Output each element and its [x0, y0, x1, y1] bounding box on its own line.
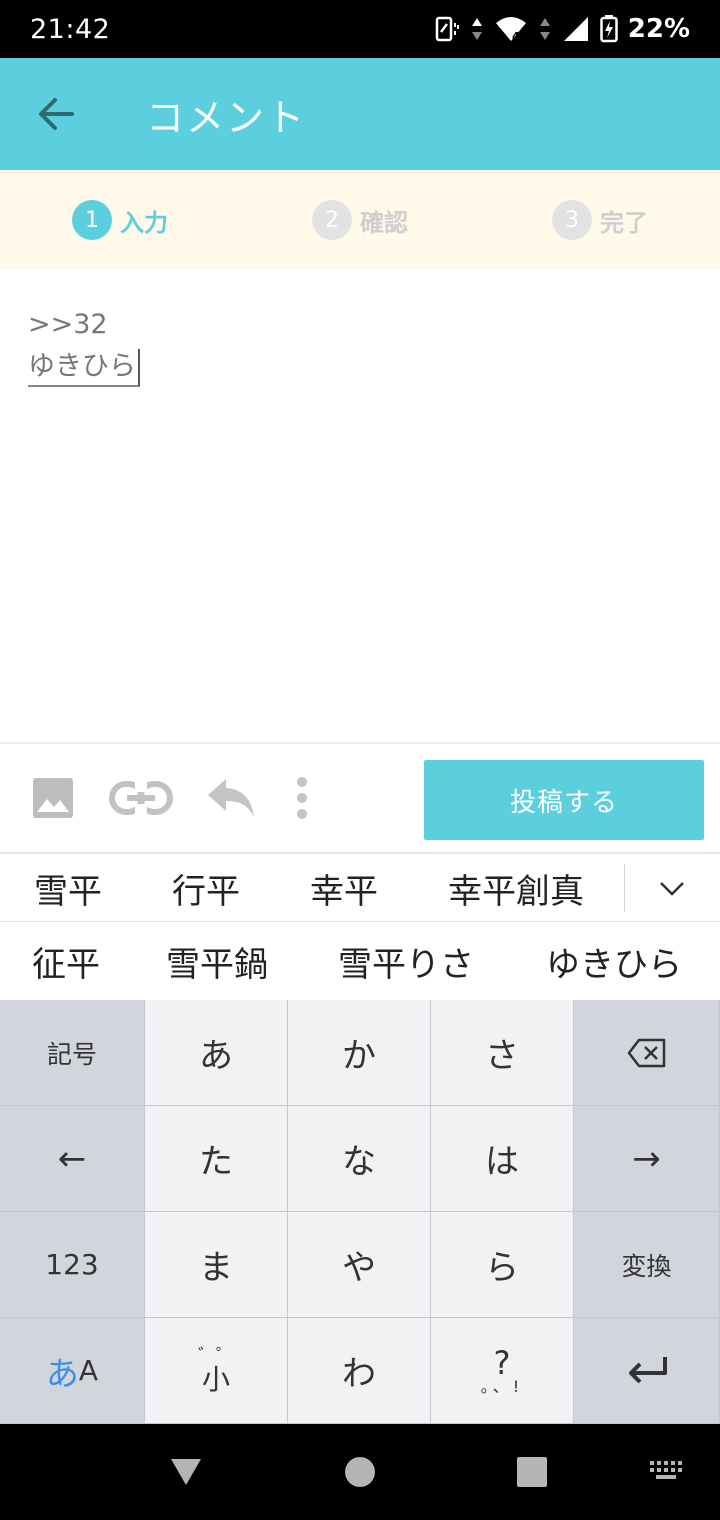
- candidate[interactable]: 雪平鍋: [166, 937, 268, 986]
- step-number: 2: [312, 200, 352, 240]
- page-title: コメント: [146, 95, 307, 140]
- ime-candidates-row-2: 征平 雪平鍋 雪平りさ ゆきひら: [0, 923, 720, 1000]
- wifi-icon: 4: [494, 15, 528, 43]
- reply-icon: [208, 779, 254, 817]
- link-button[interactable]: [104, 748, 178, 848]
- cursor-left-key[interactable]: ←: [0, 1106, 145, 1212]
- step-confirm: 2 確認: [240, 200, 480, 240]
- key-ya[interactable]: や: [288, 1212, 431, 1318]
- ime-mode-kana: あ: [45, 1353, 79, 1393]
- more-vertical-icon: [297, 777, 307, 819]
- signal-icon: [562, 15, 590, 43]
- number-mode-key[interactable]: 123: [0, 1212, 145, 1318]
- convert-key[interactable]: 変換: [574, 1212, 720, 1318]
- key-wa[interactable]: わ: [288, 1318, 431, 1424]
- ime-candidates-row-1: 雪平 行平 幸平 幸平創真: [0, 856, 720, 922]
- svg-text:4: 4: [512, 30, 520, 43]
- back-button[interactable]: [0, 58, 112, 170]
- candidate[interactable]: 幸平創真: [448, 864, 584, 913]
- cursor-right-key[interactable]: →: [574, 1106, 720, 1212]
- link-icon: [109, 781, 173, 815]
- post-button[interactable]: 投稿する: [424, 760, 704, 840]
- input-mode-key[interactable]: あA: [0, 1318, 145, 1424]
- step-label: 完了: [600, 208, 648, 237]
- symbols-key[interactable]: 記号: [0, 1000, 145, 1106]
- data-arrows-icon-2: [538, 16, 552, 42]
- step-number: 3: [552, 200, 592, 240]
- candidate[interactable]: 雪平: [34, 864, 102, 913]
- expand-candidates-button[interactable]: [640, 856, 704, 922]
- key-ha[interactable]: は: [431, 1106, 574, 1212]
- dakuten-small-key[interactable]: ゛゜ 小: [145, 1318, 288, 1424]
- status-time: 21:42: [30, 13, 111, 45]
- app-bar: コメント: [0, 58, 720, 170]
- punctuation-label: 。、!: [480, 1376, 524, 1396]
- step-label: 入力: [120, 208, 168, 237]
- square-recents-icon: [517, 1457, 547, 1487]
- comment-toolbar: 投稿する: [0, 742, 720, 854]
- more-options-button[interactable]: [282, 748, 322, 848]
- triangle-back-icon: [171, 1459, 201, 1485]
- candidate-divider: [624, 864, 625, 912]
- reply-button[interactable]: [198, 748, 264, 848]
- reply-reference: >>32: [28, 309, 108, 340]
- candidate[interactable]: ゆきひら: [546, 937, 682, 986]
- progress-stepper: 1 入力 2 確認 3 完了: [0, 170, 720, 270]
- circle-home-icon: [345, 1457, 375, 1487]
- backspace-icon: [627, 1038, 665, 1067]
- arrow-left-icon: [39, 98, 74, 130]
- enter-key[interactable]: [574, 1318, 720, 1424]
- chevron-down-icon: [660, 882, 684, 896]
- step-number: 1: [72, 200, 112, 240]
- keyboard-icon: [650, 1461, 682, 1479]
- nav-recents-button[interactable]: [512, 1452, 552, 1492]
- image-icon: [33, 778, 73, 818]
- key-sa[interactable]: さ: [431, 1000, 574, 1106]
- battery-icon: [600, 15, 618, 43]
- ime-mode-alpha: A: [78, 1354, 99, 1387]
- punctuation-key[interactable]: ? 。、!: [431, 1318, 574, 1424]
- step-input: 1 入力: [0, 200, 240, 240]
- backspace-key[interactable]: [574, 1000, 720, 1106]
- nav-back-button[interactable]: [166, 1452, 206, 1492]
- battery-percent: 22%: [627, 14, 690, 44]
- ime-keyboard: 記号 あ か さ ← た な は → 123 ま や ら 変換 あA ゛゜ 小 …: [0, 1000, 720, 1424]
- small-label: 小: [201, 1362, 230, 1396]
- step-complete: 3 完了: [480, 200, 720, 240]
- candidate[interactable]: 征平: [32, 937, 100, 986]
- data-arrows-icon: [470, 16, 484, 42]
- system-nav-bar: [0, 1424, 720, 1520]
- candidate[interactable]: 雪平りさ: [338, 937, 474, 986]
- key-a[interactable]: あ: [145, 1000, 288, 1106]
- candidate[interactable]: 幸平: [310, 864, 378, 913]
- nav-home-button[interactable]: [340, 1452, 380, 1492]
- status-bar: 21:42 4 22%: [0, 0, 720, 58]
- key-na[interactable]: な: [288, 1106, 431, 1212]
- keyboard-switch-button[interactable]: [646, 1456, 686, 1486]
- question-label: ?: [493, 1343, 511, 1382]
- vibrate-icon: [434, 16, 460, 42]
- key-ta[interactable]: た: [145, 1106, 288, 1212]
- comment-textarea[interactable]: >>32 ゆきひら: [0, 270, 720, 742]
- step-label: 確認: [360, 208, 408, 237]
- composing-text: ゆきひら: [28, 349, 140, 387]
- key-ra[interactable]: ら: [431, 1212, 574, 1318]
- key-ka[interactable]: か: [288, 1000, 431, 1106]
- enter-icon: [628, 1356, 667, 1383]
- image-button[interactable]: [20, 748, 86, 848]
- key-ma[interactable]: ま: [145, 1212, 288, 1318]
- status-icons: 4 22%: [434, 14, 690, 44]
- candidate[interactable]: 行平: [172, 864, 240, 913]
